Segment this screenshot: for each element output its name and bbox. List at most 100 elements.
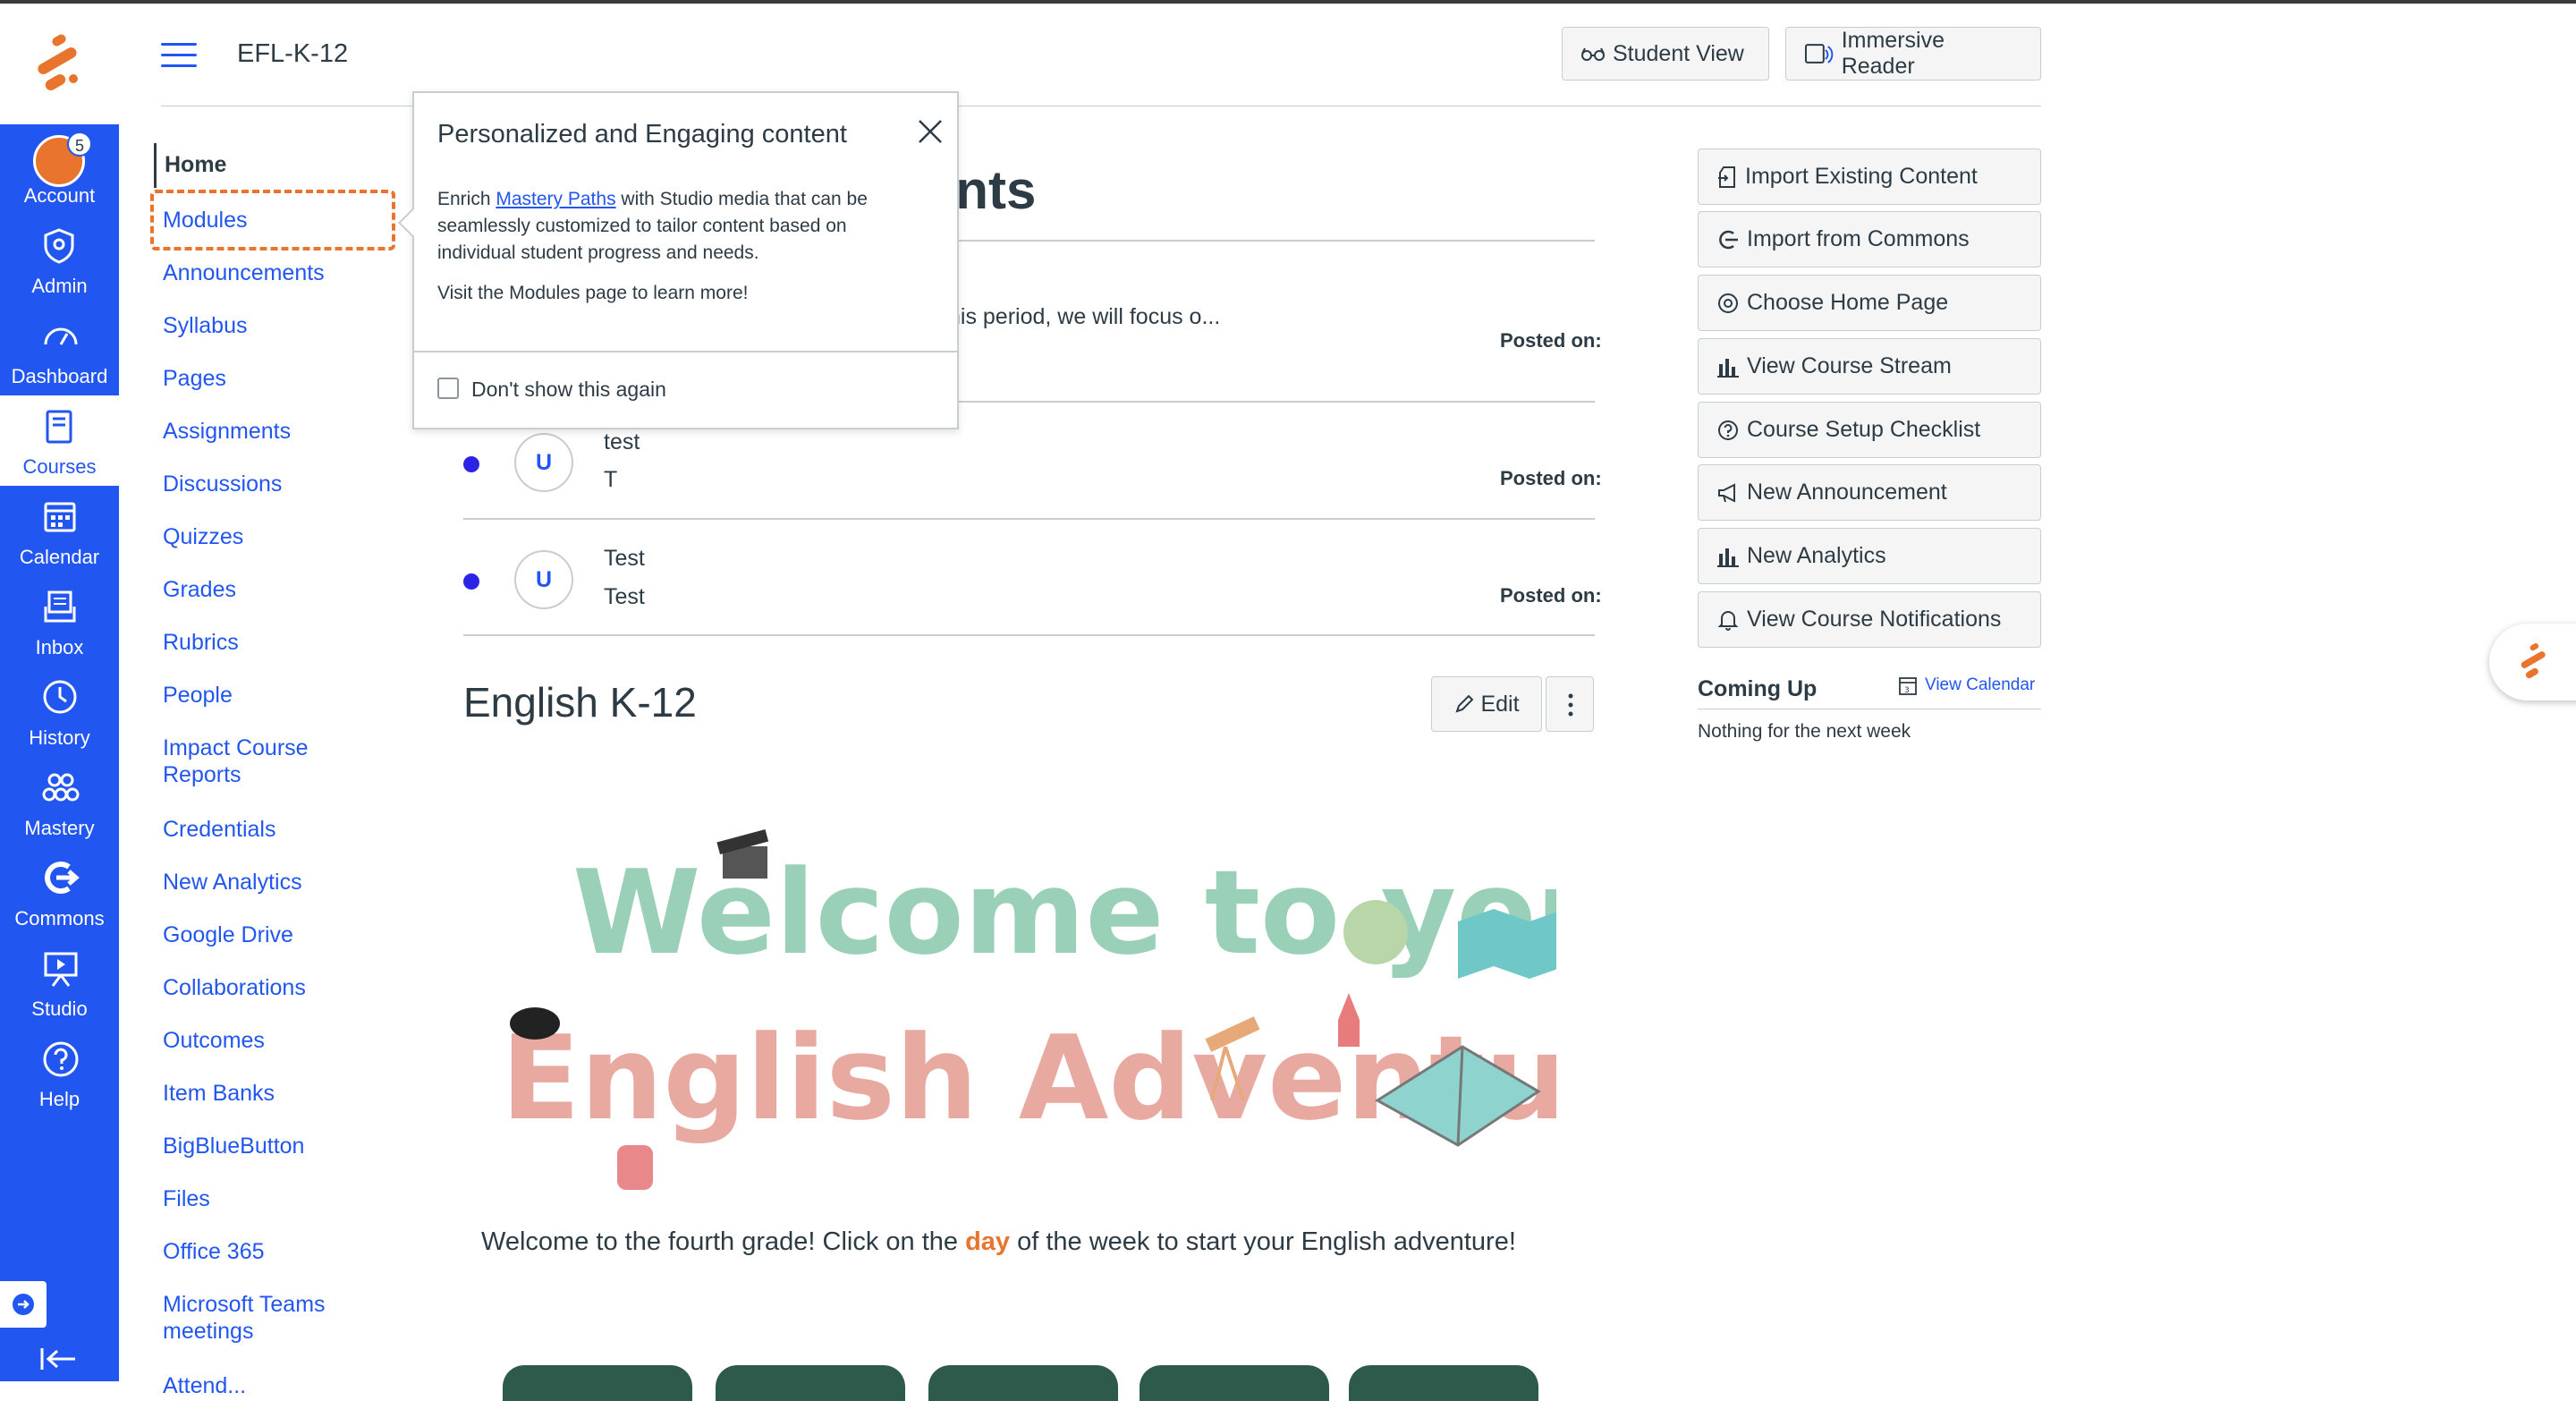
nav-courses[interactable]: Courses — [0, 395, 119, 486]
nav-help[interactable]: Help — [0, 1028, 119, 1118]
course-nav-bigbluebutton[interactable]: BigBlueButton — [163, 1133, 304, 1159]
course-nav-attendance[interactable]: Attend... — [163, 1372, 246, 1399]
immersive-reader-icon — [1804, 44, 1834, 64]
view-course-notifications-button[interactable]: View Course Notifications — [1698, 591, 2041, 648]
course-nav-new-analytics[interactable]: New Analytics — [163, 869, 302, 896]
course-nav-item-banks[interactable]: Item Banks — [163, 1080, 275, 1107]
course-nav-collaborations[interactable]: Collaborations — [163, 974, 306, 1001]
view-course-stream-button[interactable]: View Course Stream — [1698, 338, 2041, 395]
course-nav-discussions[interactable]: Discussions — [163, 471, 282, 497]
new-announcement-button[interactable]: New Announcement — [1698, 464, 2041, 521]
course-nav-impact-reports[interactable]: Impact Course Reports — [163, 734, 342, 788]
choose-home-page-button[interactable]: Choose Home Page — [1698, 275, 2041, 331]
course-nav-rubrics[interactable]: Rubrics — [163, 629, 239, 656]
nav-label: Calendar — [19, 546, 100, 568]
announcement-title[interactable]: test — [604, 429, 640, 455]
popover-visit-text: Visit the Modules page to learn more! — [437, 283, 749, 303]
announcement-message: Test — [604, 584, 645, 609]
logo[interactable] — [0, 4, 119, 124]
bar-chart-icon — [1717, 548, 1739, 567]
course-nav-credentials[interactable]: Credentials — [163, 816, 275, 843]
canvas-logo-icon — [38, 34, 78, 90]
nav-label: Admin — [31, 275, 88, 297]
course-nav-assignments[interactable]: Assignments — [163, 418, 291, 445]
announcement-snippet[interactable]: his period, we will focus o... — [948, 304, 1220, 330]
commons-icon — [45, 862, 80, 894]
more-options-button[interactable] — [1546, 676, 1594, 732]
course-setup-checklist-button[interactable]: Course Setup Checklist — [1698, 402, 2041, 458]
button-label: Import Existing Content — [1745, 164, 1978, 189]
welcome-post: of the week to start your English advent… — [1010, 1227, 1516, 1256]
day-button[interactable] — [503, 1365, 692, 1401]
course-menu-toggle[interactable] — [161, 43, 197, 70]
hamburger-line — [161, 43, 197, 46]
day-button[interactable] — [1349, 1365, 1538, 1401]
pencil-icon — [1455, 694, 1474, 713]
coming-up-empty: Nothing for the next week — [1698, 721, 1911, 742]
notification-badge: 5 — [67, 132, 92, 157]
mastery-paths-link[interactable]: Mastery Paths — [496, 189, 615, 209]
nav-inbox[interactable]: Inbox — [0, 576, 119, 667]
kebab-icon — [1568, 693, 1573, 717]
button-label: View Course Notifications — [1747, 607, 2002, 632]
tools-button[interactable] — [0, 1281, 47, 1328]
course-nav-grades[interactable]: Grades — [163, 576, 236, 603]
unread-dot — [463, 456, 479, 472]
course-nav-google-drive[interactable]: Google Drive — [163, 921, 293, 948]
nav-label: Mastery — [24, 817, 95, 839]
nav-label: Studio — [31, 998, 88, 1020]
shield-icon — [44, 228, 74, 264]
backpack-icon — [617, 1145, 653, 1190]
nav-account[interactable]: 5 Account — [0, 124, 119, 215]
floating-assistant-button[interactable] — [2489, 624, 2576, 700]
banner-line-1: Welcome to your — [572, 845, 1556, 981]
collapse-arrow-icon — [40, 1348, 75, 1370]
course-nav-office-365[interactable]: Office 365 — [163, 1238, 265, 1265]
nav-studio[interactable]: Studio — [0, 938, 119, 1028]
day-button[interactable] — [1140, 1365, 1329, 1401]
close-icon[interactable] — [915, 116, 945, 147]
day-button[interactable] — [928, 1365, 1118, 1401]
announcement-title[interactable]: Test — [604, 546, 645, 572]
dont-show-checkbox[interactable] — [437, 378, 459, 399]
course-nav-teams[interactable]: Microsoft Teams meetings — [163, 1291, 360, 1345]
global-nav: 5 Account Admin Dashboard Courses Calend… — [0, 4, 119, 1381]
nav-admin[interactable]: Admin — [0, 215, 119, 305]
nav-calendar[interactable]: Calendar — [0, 486, 119, 576]
button-label: New Announcement — [1747, 480, 1947, 505]
divider — [463, 518, 1595, 520]
course-nav-files[interactable]: Files — [163, 1185, 210, 1212]
view-calendar-link[interactable]: 3 View Calendar — [1898, 675, 2035, 696]
course-nav-home[interactable]: Home — [154, 143, 226, 188]
course-nav-people[interactable]: People — [163, 682, 233, 709]
dont-show-label[interactable]: Don't show this again — [471, 378, 666, 402]
course-nav-outcomes[interactable]: Outcomes — [163, 1027, 265, 1054]
course-title[interactable]: EFL-K-12 — [237, 39, 348, 69]
course-nav-pages[interactable]: Pages — [163, 365, 226, 392]
immersive-reader-label: Immersive Reader — [1841, 28, 1945, 79]
day-button[interactable] — [716, 1365, 905, 1401]
import-from-commons-button[interactable]: Import from Commons — [1698, 211, 2041, 267]
bar-chart-icon — [1717, 358, 1739, 378]
nav-commons[interactable]: Commons — [0, 847, 119, 938]
canvas-logo-icon — [2521, 643, 2546, 679]
nav-dashboard[interactable]: Dashboard — [0, 305, 119, 395]
course-nav-announcements[interactable]: Announcements — [163, 259, 325, 286]
immersive-reader-button[interactable]: Immersive Reader — [1785, 27, 2041, 81]
nav-label: Commons — [14, 907, 105, 930]
edit-button[interactable]: Edit — [1431, 676, 1542, 732]
edit-label: Edit — [1480, 691, 1520, 717]
rocket-icon — [1338, 993, 1360, 1047]
map-icon — [1458, 909, 1565, 979]
course-nav-syllabus[interactable]: Syllabus — [163, 312, 248, 339]
import-existing-content-button[interactable]: Import Existing Content — [1698, 149, 2041, 205]
unread-dot — [463, 573, 479, 590]
new-analytics-button[interactable]: New Analytics — [1698, 528, 2041, 584]
nav-label: Dashboard — [11, 365, 108, 387]
popover-body: Enrich Mastery Paths with Studio media t… — [437, 186, 920, 267]
collapse-nav-button[interactable] — [39, 1346, 79, 1377]
nav-mastery[interactable]: Mastery — [0, 757, 119, 847]
course-nav-quizzes[interactable]: Quizzes — [163, 523, 243, 550]
student-view-button[interactable]: Student View — [1562, 27, 1769, 81]
nav-history[interactable]: History — [0, 667, 119, 757]
